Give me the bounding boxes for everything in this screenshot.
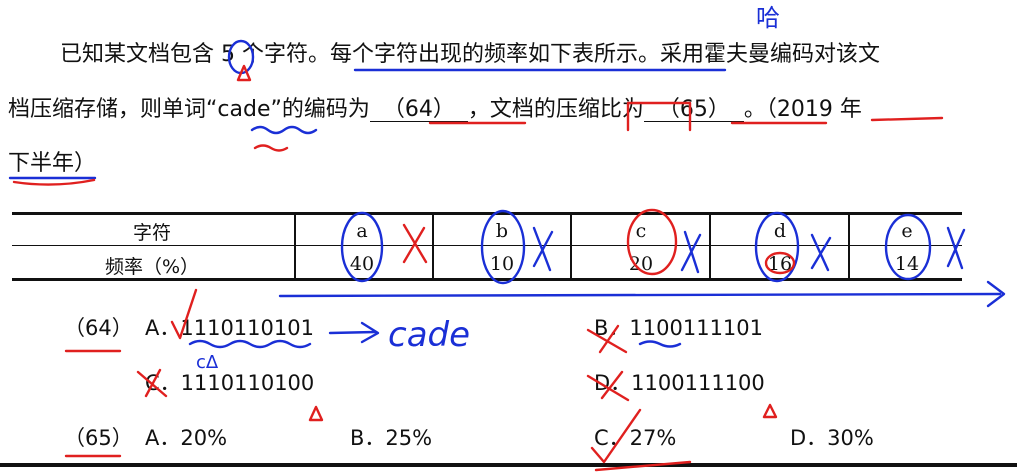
bottom-rule <box>0 463 1017 467</box>
question-line-2-middle: ，文档的压缩比为 <box>467 97 644 122</box>
table-char-d: d <box>773 220 787 242</box>
q65-option-b[interactable]: B．25% <box>350 428 432 449</box>
q65-option-d[interactable]: D．30% <box>790 428 874 449</box>
q64-option-b[interactable]: B．1100111101 <box>594 318 763 339</box>
question-line-2: 档压缩存储，则单词“cade”的编码为 （64） ，文档的压缩比为 （65） 。（201… <box>8 99 862 122</box>
q65-number: （65） <box>64 426 133 450</box>
table-char-b: b <box>495 220 509 242</box>
arrow-line <box>278 292 1002 298</box>
frequency-table: 字符 频率（%） a b c d e 40 10 20 16 14 <box>12 212 962 281</box>
question-line-2-end: 。（2019 年 <box>743 97 862 122</box>
table-freq-e: 14 <box>894 253 920 275</box>
q64-option-a[interactable]: A．1110110101 <box>145 318 314 339</box>
question-line-1: 已知某文档包含 5 个字符。每个字符出现的频率如下表所示。采用霍夫曼编码对该文 <box>60 42 880 67</box>
question-line-2-start: 档压缩存储，则单词“cade”的编码为 <box>8 97 370 122</box>
table-char-c: c <box>635 220 647 242</box>
table-freq-b: 10 <box>489 253 515 275</box>
blank-65: （65） <box>643 99 744 122</box>
table-freq-d: 16 <box>767 253 793 275</box>
q64-option-d[interactable]: D．1100111100 <box>594 373 765 394</box>
note-c: cᐃ <box>196 352 219 373</box>
question-line-3: 下半年） <box>8 151 97 176</box>
note-top: 哈 <box>756 4 780 32</box>
q64-option-c[interactable]: C．1110110100 <box>145 373 314 394</box>
table-header-char: 字符 <box>132 222 171 244</box>
blank-64: （64） <box>369 99 468 122</box>
q65-option-c[interactable]: C．27% <box>594 428 676 449</box>
table-header-freq: 频率（%） <box>104 256 200 278</box>
q64-number: （64） <box>64 316 133 340</box>
wave-under-cade <box>250 125 318 135</box>
table-char-a: a <box>356 220 368 242</box>
table-freq-a: 40 <box>349 253 375 275</box>
q65-option-a[interactable]: A．20% <box>145 428 227 449</box>
table-char-e: e <box>901 220 913 242</box>
table-freq-c: 20 <box>628 253 654 275</box>
note-cade: cade <box>388 315 470 355</box>
